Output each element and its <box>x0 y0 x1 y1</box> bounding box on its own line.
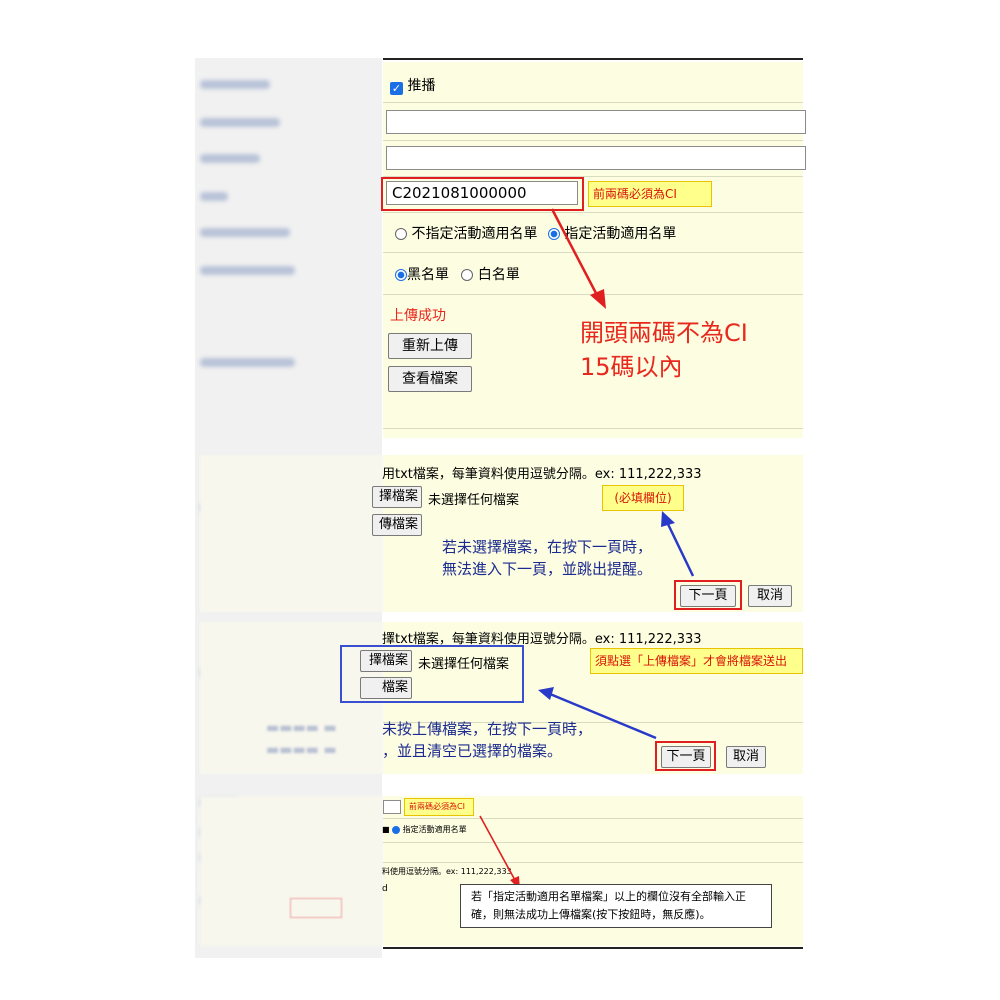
upload-tip-3: 須點選「上傳檔案」才會將檔案送出 <box>590 648 803 674</box>
bottom-rule <box>383 947 803 949</box>
code-tip: 前兩碼必須為CI <box>588 181 712 207</box>
red-arrow-icon <box>479 815 520 890</box>
blurred-annotation-fragment-2: ▬▬▬▬ ▬ <box>266 742 337 758</box>
radio-on-icon <box>392 826 401 834</box>
upload-file-button-3[interactable]: 檔案 <box>360 677 412 699</box>
fragment-d: d <box>382 884 388 894</box>
next-button-3[interactable]: 下一頁 <box>661 746 711 768</box>
view-file-button[interactable]: 查看檔案 <box>388 366 472 392</box>
cancel-button-2[interactable]: 取消 <box>748 585 792 607</box>
red-arrow-icon <box>550 208 606 309</box>
radio-blacklist-label: 黑名單 <box>407 267 449 283</box>
code-input-small[interactable] <box>383 800 401 814</box>
annotation-red-line1: 開頭兩碼不為CI <box>580 319 748 347</box>
text-input-1[interactable] <box>386 110 806 134</box>
radio-unspecified[interactable]: 不指定活動適用名單 <box>395 226 537 242</box>
radio-whitelist[interactable]: 白名單 <box>461 267 520 283</box>
validation-note-line1: 若「指定活動適用名單檔案」以上的欄位沒有全部輸入正 <box>471 890 746 903</box>
blurred-red-box <box>290 898 342 918</box>
blurred-annotation-fragment: ▬▬▬▬ ▬ <box>266 720 337 736</box>
text-input-2[interactable] <box>386 146 806 170</box>
radio-blacklist[interactable]: 黑名單 <box>395 267 449 283</box>
reupload-button[interactable]: 重新上傳 <box>388 333 472 359</box>
radio-specified-small[interactable]: ■ 指定活動適用名單 <box>382 824 467 835</box>
blurred-left-4 <box>200 796 383 946</box>
upload-file-button-2[interactable]: 傳檔案 <box>372 514 422 536</box>
validation-note: 若「指定活動適用名單檔案」以上的欄位沒有全部輸入正 確，則無法成功上傳檔案(按下… <box>460 884 772 928</box>
blurred-left-2 <box>200 455 383 612</box>
no-file-text-2: 未選擇任何檔案 <box>428 493 520 508</box>
annotation-blue-2-line1: 若未選擇檔案，在按下一頁時， <box>442 538 653 556</box>
radio-off-icon <box>395 228 407 240</box>
broadcast-checkbox[interactable]: ✓ 推播 <box>390 75 435 95</box>
blue-arrow-icon <box>538 687 657 740</box>
radio-specified-small-label: 指定活動適用名單 <box>402 825 467 834</box>
radio-unspecified-label: 不指定活動適用名單 <box>411 226 538 242</box>
check-icon: ✓ <box>390 82 403 95</box>
list-radio-group: 不指定活動適用名單 指定活動適用名單 <box>395 223 676 243</box>
choose-file-button-2[interactable]: 擇檔案 <box>372 486 422 508</box>
top-rule <box>383 58 803 60</box>
code-input[interactable]: C2021081000000 <box>386 181 578 205</box>
upload-success-text: 上傳成功 <box>390 308 446 324</box>
next-button-2[interactable]: 下一頁 <box>680 585 736 607</box>
blue-arrow-icon <box>661 511 695 577</box>
annotation-red-line2: 15碼以內 <box>580 353 683 381</box>
annotation-blue-2-line2: 無法進入下一頁，並跳出提醒。 <box>442 560 653 578</box>
validation-note-line2: 確，則無法成功上傳檔案(按下按鈕時，無反應)。 <box>471 908 711 921</box>
annotation-blue-3-line2: ，並且清空已選擇的檔案。 <box>382 742 563 760</box>
file-hint-2: 用txt檔案，每筆資料使用逗號分隔。ex: 111,222,333 <box>382 467 702 482</box>
blackwhite-radio-group: 黑名單 白名單 <box>395 264 520 284</box>
radio-whitelist-label: 白名單 <box>477 267 520 283</box>
cancel-button-3[interactable]: 取消 <box>726 746 766 768</box>
radio-off-icon <box>461 269 474 281</box>
no-file-text-3: 未選擇任何檔案 <box>418 657 510 672</box>
radio-on-icon <box>395 269 407 281</box>
choose-file-button-3[interactable]: 擇檔案 <box>360 650 412 672</box>
code-input-value: C2021081000000 <box>392 184 527 202</box>
code-tip-small: 前兩碼必須為CI <box>404 798 474 816</box>
broadcast-label: 推播 <box>407 78 436 94</box>
